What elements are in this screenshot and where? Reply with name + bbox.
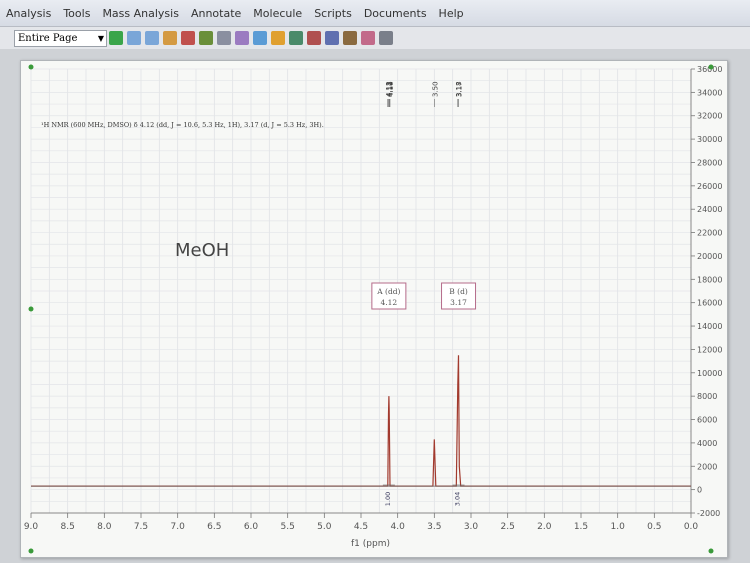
y-tick-label: 22000: [697, 229, 722, 238]
y-tick-label: 26000: [697, 182, 722, 191]
pan-icon[interactable]: [163, 31, 177, 45]
resize-handle[interactable]: [708, 64, 714, 70]
toolbar: Entire Page ▼: [0, 26, 750, 50]
x-tick-label: 5.5: [281, 522, 295, 532]
y-tick-label: 8000: [697, 392, 717, 401]
resize-handle[interactable]: [28, 548, 34, 554]
settings-icon[interactable]: [379, 31, 393, 45]
x-tick-label: 0.0: [684, 522, 699, 532]
menu-item-analysis[interactable]: Analysis: [6, 7, 51, 20]
menu-item-mass-analysis[interactable]: Mass Analysis: [102, 7, 179, 20]
analysis-icon[interactable]: [325, 31, 339, 45]
x-tick-label: 7.5: [134, 522, 148, 532]
x-tick-label: 2.0: [537, 522, 552, 532]
resize-handle[interactable]: [708, 548, 714, 554]
integral-value: 1.00: [384, 492, 392, 506]
reference-icon[interactable]: [289, 31, 303, 45]
y-tick-label: 4000: [697, 439, 717, 448]
zoom-out-icon[interactable]: [145, 31, 159, 45]
report-icon[interactable]: [343, 31, 357, 45]
x-tick-label: 3.5: [427, 522, 441, 532]
molecule-icon[interactable]: [361, 31, 375, 45]
multiplet-type-label: B (d): [449, 287, 468, 296]
multiplet-box-b[interactable]: B (d) 3.17: [441, 282, 477, 310]
crosshair-icon[interactable]: [217, 31, 231, 45]
y-tick-label: -2000: [697, 509, 720, 518]
chevron-down-icon[interactable]: ▼: [98, 31, 104, 46]
x-tick-label: 8.0: [97, 522, 112, 532]
resize-handle[interactable]: [28, 64, 34, 70]
y-tick-label: 6000: [697, 416, 717, 425]
y-tick-label: 30000: [697, 135, 722, 144]
multiplet-type-label: A (dd): [376, 287, 400, 296]
peak-label: 4.10: [387, 81, 395, 97]
y-tick-label: 14000: [697, 322, 722, 331]
x-tick-label: 6.0: [244, 522, 259, 532]
x-tick-label: 3.0: [464, 522, 479, 532]
processing-icon[interactable]: [307, 31, 321, 45]
baseline-icon[interactable]: [253, 31, 267, 45]
multiplet-box-a[interactable]: A (dd) 4.12: [371, 282, 407, 310]
x-tick-label: 7.0: [171, 522, 186, 532]
x-tick-label: 1.5: [574, 522, 588, 532]
multiplet-shift-label: 4.12: [381, 298, 398, 307]
y-tick-label: 16000: [697, 299, 722, 308]
peak-label: 3.50: [431, 81, 439, 97]
y-tick-label: 28000: [697, 158, 722, 167]
y-tick-label: 18000: [697, 275, 722, 284]
zoom-icon[interactable]: [127, 31, 141, 45]
menu-item-tools[interactable]: Tools: [63, 7, 90, 20]
y-tick-label: 34000: [697, 88, 722, 97]
menu-item-scripts[interactable]: Scripts: [314, 7, 352, 20]
spectrum-page: 36000 34000 32000 30000 28000 26000 24000 22000…: [20, 60, 728, 558]
menu-item-help[interactable]: Help: [439, 7, 464, 20]
y-tick-label: 20000: [697, 252, 722, 261]
x-tick-label: 0.5: [647, 522, 661, 532]
phase-icon[interactable]: [271, 31, 285, 45]
x-tick-label: 8.5: [61, 522, 75, 532]
x-tick-label: 4.0: [391, 522, 406, 532]
y-tick-label: 12000: [697, 345, 722, 354]
y-tick-label: 32000: [697, 112, 722, 121]
page-mode-select[interactable]: Entire Page ▼: [14, 29, 107, 47]
x-tick-label: 2.5: [501, 522, 515, 532]
menu-item-annotate[interactable]: Annotate: [191, 7, 241, 20]
menu-item-documents[interactable]: Documents: [364, 7, 427, 20]
resize-handle[interactable]: [28, 306, 34, 312]
play-icon[interactable]: [109, 31, 123, 45]
multiplet-shift-label: 3.17: [450, 298, 467, 307]
peak-label: 3.17: [456, 81, 464, 97]
spectrum-description: ¹H NMR (600 MHz, DMSO) δ 4.12 (dd, J = 1…: [41, 121, 324, 129]
x-tick-label: 1.0: [611, 522, 626, 532]
x-tick-label: 4.5: [354, 522, 368, 532]
menu-bar: Analysis Tools Mass Analysis Annotate Molecu…: [0, 0, 750, 26]
integral-value: 3.04: [454, 492, 462, 506]
menu-item-molecule[interactable]: Molecule: [253, 7, 302, 20]
integrate-icon[interactable]: [199, 31, 213, 45]
nmr-spectrum[interactable]: 3600034000320003000028000260002400022000…: [21, 61, 727, 557]
peak-pick-icon[interactable]: [181, 31, 195, 45]
x-tick-label: 9.0: [24, 522, 39, 532]
x-axis-label: f1 (ppm): [351, 539, 390, 549]
y-tick-label: 0: [697, 486, 702, 495]
y-tick-label: 10000: [697, 369, 722, 378]
page-mode-value: Entire Page: [18, 32, 78, 44]
y-tick-label: 24000: [697, 205, 722, 214]
y-tick-label: 2000: [697, 462, 717, 471]
multiplet-icon[interactable]: [235, 31, 249, 45]
x-tick-label: 5.0: [317, 522, 332, 532]
x-tick-label: 6.5: [207, 522, 221, 532]
solvent-label: MeOH: [175, 240, 229, 261]
